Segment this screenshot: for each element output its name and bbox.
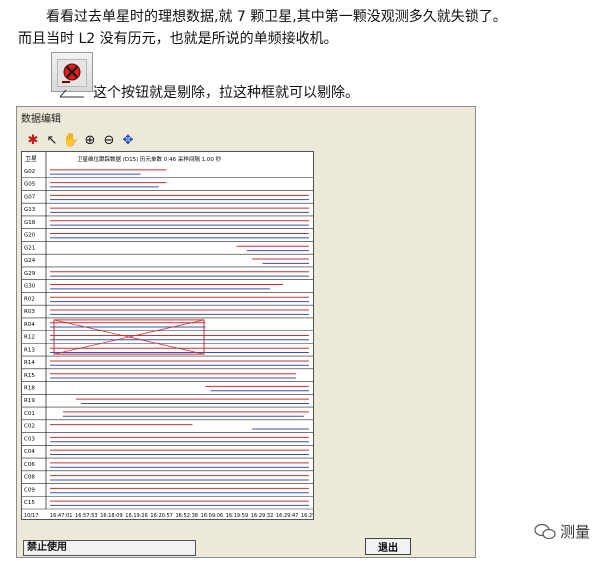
time-axis-label: 10/17 xyxy=(24,513,38,519)
time-axis-label: 16:29:40 xyxy=(301,513,313,519)
satellite-label: C08 xyxy=(24,475,35,481)
satellite-label: R19 xyxy=(24,398,35,404)
satellite-label: R12 xyxy=(24,335,35,341)
satellite-label: C06 xyxy=(24,462,35,468)
toolbar: ✱ ↖ ✋ ⊕ ⊖ ✥ xyxy=(25,131,136,149)
data-edit-window: 数据编辑 ✱ ↖ ✋ ⊕ ⊖ ✥ 卫星 卫星维位跟踪数据 (D15) 历元单数 0… xyxy=(16,106,476,558)
time-axis-label: 16:19:59 xyxy=(226,513,248,519)
satellite-label: C09 xyxy=(24,487,35,493)
satellite-label: C04 xyxy=(24,449,35,455)
satellite-label: G18 xyxy=(24,220,36,226)
wechat-icon xyxy=(534,523,556,539)
delete-icon[interactable]: ✱ xyxy=(25,132,41,148)
satellite-label: G21 xyxy=(24,245,35,251)
move-icon[interactable]: ✥ xyxy=(120,132,136,148)
satellite-label: R14 xyxy=(24,360,35,366)
paragraph-1: 看看过去单星时的理想数据,就 7 颗卫星,其中第一颗没观测多久就失锁了。 xyxy=(46,9,507,25)
satellite-label: R04 xyxy=(24,322,35,328)
pointer-arrow-icon xyxy=(59,89,84,98)
time-axis-label: 16:20:57 xyxy=(150,513,172,519)
observation-plot[interactable]: 卫星 卫星维位跟踪数据 (D15) 历元单数 0:46 采样间隔 1.00 秒 G0… xyxy=(21,151,314,520)
paragraph-2: 而且当时 L2 没有历元，也就是所说的单频接收机。 xyxy=(18,31,338,47)
delete-button-preview xyxy=(51,52,93,92)
satellite-label: C15 xyxy=(24,500,35,506)
zoom-out-icon[interactable]: ⊖ xyxy=(101,132,117,148)
satellite-label: R18 xyxy=(24,385,35,391)
time-axis-label: 16:09:06 xyxy=(201,513,223,519)
satellite-label: R02 xyxy=(24,296,35,302)
status-field: 禁止使用 xyxy=(23,540,196,556)
satellite-label: C02 xyxy=(24,424,35,430)
time-axis-label: 16:57:53 xyxy=(75,513,97,519)
time-axis-label: 16:19:26 xyxy=(125,513,147,519)
zoom-in-icon[interactable]: ⊕ xyxy=(82,132,98,148)
time-axis-label: 16:29:47 xyxy=(276,513,298,519)
watermark: 测量 xyxy=(534,521,590,542)
satellite-label: G05 xyxy=(24,182,36,188)
satellite-label: G29 xyxy=(24,271,36,277)
satellite-label: R15 xyxy=(24,373,35,379)
satellite-label: G24 xyxy=(24,258,36,264)
time-axis-label: 16:47:01 xyxy=(50,513,72,519)
satellite-label: G30 xyxy=(24,284,36,290)
satellite-label: C01 xyxy=(24,411,35,417)
hand-icon[interactable]: ✋ xyxy=(63,132,79,148)
satellite-label: C03 xyxy=(24,436,35,442)
paragraph-3: 这个按钮就是剔除，拉这种框就可以剔除。 xyxy=(93,85,359,101)
plot-header-label: 卫星 xyxy=(25,156,37,163)
satellite-label: G13 xyxy=(24,207,36,213)
time-axis-label: 16:29:32 xyxy=(251,513,273,519)
pointer-icon[interactable]: ↖ xyxy=(44,132,60,148)
delete-icon xyxy=(62,63,81,83)
time-axis-label: 16:52:38 xyxy=(176,513,198,519)
plot-header-info: 卫星维位跟踪数据 (D15) 历元单数 0:46 采样间隔 1.00 秒 xyxy=(77,155,222,163)
window-title: 数据编辑 xyxy=(21,114,61,125)
watermark-text: 测量 xyxy=(560,523,591,541)
exit-button[interactable]: 退出 xyxy=(365,538,411,555)
satellite-label: G20 xyxy=(24,233,36,239)
satellite-label: R03 xyxy=(24,309,35,315)
satellite-label: R13 xyxy=(24,347,35,353)
time-axis-label: 16:18:09 xyxy=(100,513,122,519)
satellite-label: G02 xyxy=(24,169,35,175)
satellite-label: G07 xyxy=(24,194,36,200)
